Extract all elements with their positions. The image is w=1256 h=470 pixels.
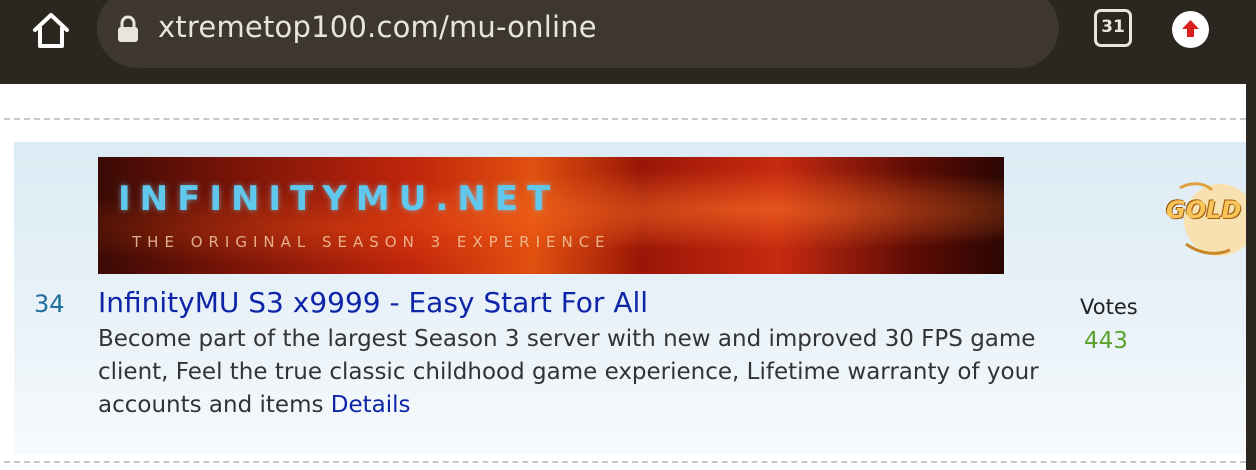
description-text: Become part of the largest Season 3 serv… xyxy=(98,326,1039,418)
votes-label: Votes xyxy=(1080,295,1138,319)
tab-switcher-button[interactable]: 31 xyxy=(1094,9,1132,47)
banner-title: INFINITYMU.NET xyxy=(118,179,560,219)
home-icon[interactable] xyxy=(28,8,74,54)
listing-title-link[interactable]: InfinityMU S3 x9999 - Easy Start For All xyxy=(98,286,648,319)
browser-toolbar: xtremetop100.com/mu-online 31 xyxy=(0,0,1256,84)
banner-subtitle: THE ORIGINAL SEASON 3 EXPERIENCE xyxy=(132,233,611,251)
server-banner[interactable]: INFINITYMU.NET THE ORIGINAL SEASON 3 EXP… xyxy=(98,157,1004,274)
votes-count: 443 xyxy=(1084,328,1128,354)
listing-rank: 34 xyxy=(34,290,65,318)
gold-badge: GOLD xyxy=(1160,180,1246,266)
scrollbar-track[interactable] xyxy=(1246,84,1256,470)
url-text[interactable]: xtremetop100.com/mu-online xyxy=(158,10,597,44)
lock-icon xyxy=(116,14,140,44)
details-link[interactable]: Details xyxy=(331,392,411,418)
gold-badge-label: GOLD xyxy=(1166,196,1242,224)
listing-description: Become part of the largest Season 3 serv… xyxy=(98,323,1058,422)
divider xyxy=(4,118,1246,120)
divider xyxy=(4,461,1246,463)
update-icon[interactable] xyxy=(1172,11,1209,48)
